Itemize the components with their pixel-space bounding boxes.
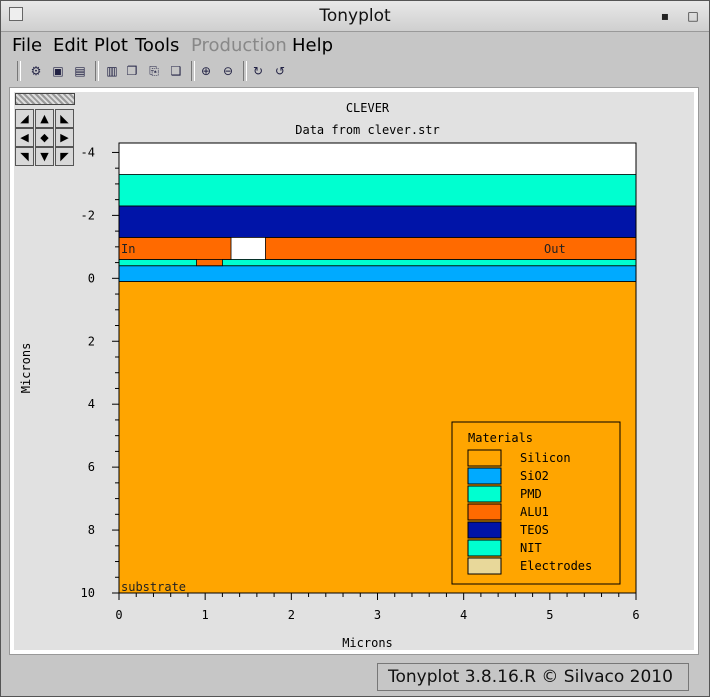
toolbar-separator — [191, 61, 195, 81]
x-tick-label: 6 — [632, 608, 639, 622]
menu-edit[interactable]: Edit — [53, 35, 88, 56]
version-label: Tonyplot 3.8.16.R © Silvaco 2010 — [388, 667, 673, 687]
menu-help[interactable]: Help — [292, 35, 333, 56]
pan-right-icon[interactable]: ▶ — [55, 128, 74, 147]
pan-down-left-icon[interactable]: ◥ — [15, 147, 34, 166]
electrode-label-substrate: substrate — [121, 580, 186, 594]
zoom-in-icon[interactable]: ⊕ — [197, 62, 215, 80]
y-tick-label: -2 — [81, 208, 95, 222]
pan-up-icon[interactable]: ▲ — [35, 109, 54, 128]
window-title: Tonyplot — [319, 6, 391, 26]
print-icon[interactable]: ▤ — [71, 62, 89, 80]
toolbar-separator — [95, 61, 99, 81]
paste-icon[interactable]: ⎘ — [145, 62, 163, 80]
y-tick-label: 10 — [81, 586, 95, 600]
toolbar-separator — [17, 61, 21, 81]
legend-item-label: NIT — [520, 541, 542, 555]
x-tick-label: 0 — [115, 608, 122, 622]
region-pmd — [118, 174, 637, 207]
electrode-label-out: Out — [544, 242, 566, 256]
legend-swatch — [467, 539, 502, 557]
legend-item-label: Electrodes — [520, 559, 592, 573]
menu-tools[interactable]: Tools — [135, 35, 179, 56]
legend-item-label: Silicon — [520, 451, 571, 465]
y-tick-label: 0 — [88, 271, 95, 285]
plot-subtitle: Data from clever.str — [295, 123, 440, 137]
zoom-out-icon[interactable]: ⊖ — [219, 62, 237, 80]
x-tick-label: 3 — [374, 608, 381, 622]
electrode-label-in: In — [121, 242, 135, 256]
x-axis-label: Microns — [342, 636, 393, 650]
region-alu1-via — [196, 259, 223, 267]
y-tick-label: 2 — [88, 334, 95, 348]
maximize-icon[interactable]: □ — [685, 8, 701, 24]
copy-icon[interactable]: ❐ — [123, 62, 141, 80]
minimize-icon[interactable]: ▪ — [657, 8, 673, 24]
x-tick-label: 4 — [460, 608, 467, 622]
legend-swatch — [467, 557, 502, 575]
region-teos — [118, 205, 637, 238]
pan-left-icon[interactable]: ◀ — [15, 128, 34, 147]
refresh-icon[interactable]: ↻ — [249, 62, 267, 80]
pan-down-icon[interactable]: ▼ — [35, 147, 54, 166]
legend-swatch — [467, 449, 502, 467]
toolbar-separator — [243, 61, 247, 81]
legend-item-label: TEOS — [520, 523, 549, 537]
menu-production[interactable]: Production — [191, 35, 287, 56]
menu-file[interactable]: File — [12, 35, 42, 56]
x-tick-label: 2 — [288, 608, 295, 622]
plot-svg: In Out substrate CLEVER Data from clever.str… — [19, 101, 640, 650]
legend-swatch — [467, 503, 502, 521]
y-tick-label: -4 — [81, 145, 95, 159]
plot-frame: In Out substrate CLEVER Data from clever.str… — [9, 87, 699, 655]
reload-icon[interactable]: ↺ — [271, 62, 289, 80]
toolbar: ⚙ ▣ ▤ ▥ ❐ ⎘ ❑ ⊕ ⊖ ↻ ↺ — [1, 59, 709, 85]
plot-title: CLEVER — [346, 101, 390, 115]
x-tick-label: 5 — [546, 608, 553, 622]
pan-navigator: ◢ ▲ ◣ ◀ ◆ ▶ ◥ ▼ ◤ — [15, 93, 75, 167]
legend-item-label: PMD — [520, 487, 542, 501]
legend-title: Materials — [468, 431, 533, 445]
pan-up-right-icon[interactable]: ◣ — [55, 109, 74, 128]
navigator-handle[interactable] — [15, 93, 75, 105]
legend-swatch — [467, 467, 502, 485]
pan-up-left-icon[interactable]: ◢ — [15, 109, 34, 128]
y-tick-label: 4 — [88, 397, 95, 411]
plot-canvas[interactable]: In Out substrate CLEVER Data from clever.str… — [14, 92, 694, 650]
menu-bar: File Edit Plot Tools Production Help — [1, 32, 709, 58]
legend-item-label: ALU1 — [520, 505, 549, 519]
overlay-icon[interactable]: ❑ — [167, 62, 185, 80]
legend-item-label: SiO2 — [520, 469, 549, 483]
menu-plot[interactable]: Plot — [94, 35, 128, 56]
pan-center-icon[interactable]: ◆ — [35, 128, 54, 147]
select-icon[interactable]: ▥ — [103, 62, 121, 80]
export-icon[interactable]: ▣ — [49, 62, 67, 80]
y-axis-label: Microns — [19, 343, 33, 394]
y-tick-label: 8 — [88, 523, 95, 537]
legend-swatch — [467, 521, 502, 539]
region-alu1 — [265, 237, 637, 260]
pan-down-right-icon[interactable]: ◤ — [55, 147, 74, 166]
status-bar: Tonyplot 3.8.16.R © Silvaco 2010 — [377, 663, 689, 691]
x-tick-label: 1 — [202, 608, 209, 622]
region-alu1 — [118, 237, 232, 260]
y-tick-label: 6 — [88, 460, 95, 474]
tonyplot-window: Tonyplot ▪ □ File Edit Plot Tools Produc… — [0, 0, 710, 697]
title-bar[interactable]: Tonyplot ▪ □ — [1, 1, 709, 32]
region-sio2 — [118, 265, 637, 282]
print-setup-icon[interactable]: ⚙ — [27, 62, 45, 80]
legend-swatch — [467, 485, 502, 503]
